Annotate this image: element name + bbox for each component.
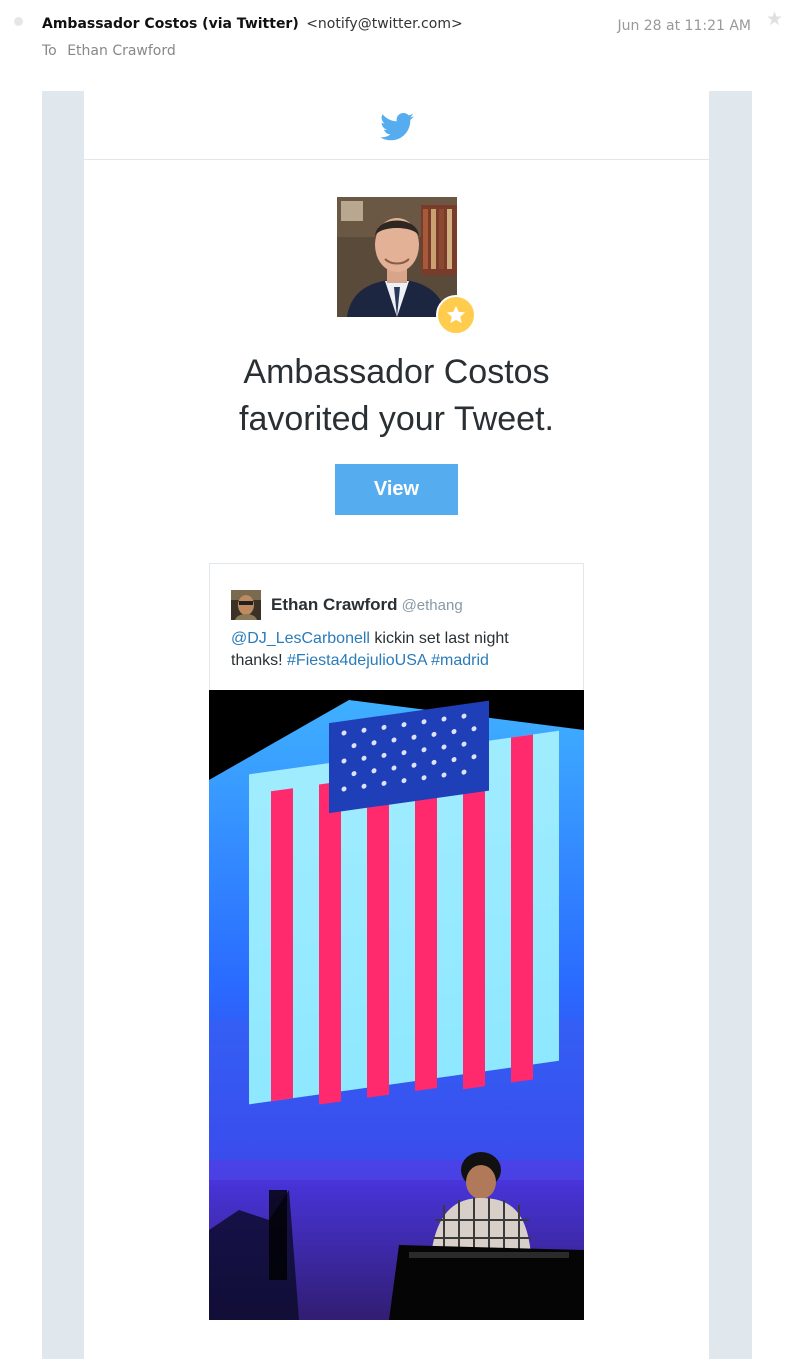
tweet-photo[interactable] [209,690,584,1320]
favoriter-avatar[interactable] [337,197,457,317]
sender-address: <notify@twitter.com> [306,16,463,32]
author-avatar[interactable] [231,590,261,620]
notification-card: Ambassador Costos favorited your Tweet. … [84,91,709,1359]
tweet-author-name[interactable]: Ethan Crawford [271,595,398,615]
to-label: To [42,43,57,59]
favoriter-avatar-wrap [337,197,476,335]
favorite-badge [436,295,476,335]
tweet-author-handle[interactable]: @ethang [402,597,463,614]
twitter-bird-icon[interactable] [380,113,414,141]
headline-line-2: favorited your Tweet. [239,400,554,438]
email-date: Jun 28 at 11:21 AM [617,18,751,34]
star-email-icon[interactable]: ★ [766,10,783,29]
view-button[interactable]: View [335,464,458,515]
star-icon [446,305,466,324]
notification-headline: Ambassador Costos favorited your Tweet. [84,349,709,443]
mention-link[interactable]: @DJ_LesCarbonell [231,630,370,647]
unread-indicator [14,17,23,26]
embedded-tweet[interactable]: Ethan Crawford @ethang @DJ_LesCarbonell … [209,563,584,1320]
hashtag-link[interactable]: #Fiesta4dejulioUSA [287,652,427,669]
email-body-frame: Ambassador Costos favorited your Tweet. … [42,91,752,1359]
tweet-text: @DJ_LesCarbonell kickin set last night t… [231,628,561,672]
recipient-name[interactable]: Ethan Crawford [67,43,176,59]
sender-line: Ambassador Costos (via Twitter) <notify@… [42,16,463,32]
hashtag-link[interactable]: #madrid [431,652,489,669]
tweet-header: Ethan Crawford @ethang [231,590,463,620]
headline-line-1: Ambassador Costos [243,353,550,391]
recipient-line: To Ethan Crawford [42,43,176,59]
sender-name[interactable]: Ambassador Costos (via Twitter) [42,16,299,32]
logo-bar [84,91,709,160]
